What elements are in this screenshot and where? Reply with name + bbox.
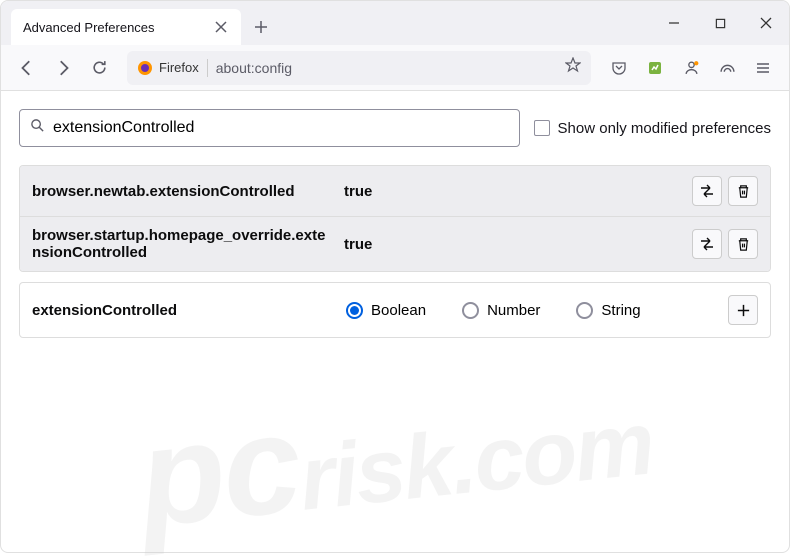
modified-only-checkbox[interactable]: Show only modified preferences <box>534 120 771 137</box>
preference-list: browser.newtab.extensionControlled true … <box>19 165 771 272</box>
new-tab-button[interactable] <box>247 13 275 41</box>
back-button[interactable] <box>11 52 43 84</box>
radio-text: Boolean <box>371 302 426 319</box>
row-actions <box>692 176 758 206</box>
browser-tab[interactable]: Advanced Preferences <box>11 9 241 45</box>
addressbar[interactable]: Firefox about:config <box>127 51 591 85</box>
search-box[interactable] <box>19 109 520 147</box>
search-icon <box>30 118 45 138</box>
bookmark-star-icon[interactable] <box>565 57 581 78</box>
close-tab-icon[interactable] <box>213 19 229 35</box>
reload-button[interactable] <box>83 52 115 84</box>
preference-value: true <box>344 236 680 253</box>
tab-title: Advanced Preferences <box>23 20 203 35</box>
search-row: Show only modified preferences <box>19 109 771 147</box>
radio-text: String <box>601 302 640 319</box>
titlebar: Advanced Preferences <box>1 1 789 45</box>
maximize-button[interactable] <box>697 4 743 42</box>
divider <box>207 59 208 77</box>
url-text: about:config <box>216 60 557 76</box>
search-input[interactable] <box>53 119 509 137</box>
menu-button[interactable] <box>747 52 779 84</box>
firefox-icon <box>137 60 153 76</box>
preference-row[interactable]: browser.startup.homepage_override.extens… <box>20 216 770 271</box>
delete-button[interactable] <box>728 229 758 259</box>
row-actions <box>692 229 758 259</box>
radio-boolean[interactable]: Boolean <box>346 302 426 319</box>
type-options: Boolean Number String <box>346 302 714 319</box>
preference-row[interactable]: browser.newtab.extensionControlled true <box>20 166 770 216</box>
page-content: Show only modified preferences browser.n… <box>1 91 789 356</box>
preference-name: browser.newtab.extensionControlled <box>32 183 332 200</box>
add-button[interactable] <box>728 295 758 325</box>
firefox-badge: Firefox <box>137 60 199 76</box>
toggle-button[interactable] <box>692 229 722 259</box>
close-window-button[interactable] <box>743 4 789 42</box>
radio-number[interactable]: Number <box>462 302 540 319</box>
radio-text: Number <box>487 302 540 319</box>
toolbar-right <box>603 52 779 84</box>
toolbar: Firefox about:config <box>1 45 789 91</box>
new-preference-row: extensionControlled Boolean Number Strin… <box>19 282 771 338</box>
forward-button[interactable] <box>47 52 79 84</box>
browser-window: Advanced Preferences Firefox about:confi… <box>0 0 790 553</box>
account-icon[interactable] <box>675 52 707 84</box>
toggle-button[interactable] <box>692 176 722 206</box>
radio-icon <box>576 302 593 319</box>
checkbox-text: Show only modified preferences <box>558 120 771 137</box>
extension-icon[interactable] <box>639 52 671 84</box>
checkbox-icon <box>534 120 550 136</box>
radio-icon <box>462 302 479 319</box>
preference-value: true <box>344 183 680 200</box>
window-controls <box>651 1 789 45</box>
minimize-button[interactable] <box>651 4 697 42</box>
badge-text: Firefox <box>159 60 199 75</box>
preference-name: browser.startup.homepage_override.extens… <box>32 227 332 261</box>
radio-icon <box>346 302 363 319</box>
pocket-icon[interactable] <box>603 52 635 84</box>
delete-button[interactable] <box>728 176 758 206</box>
radio-string[interactable]: String <box>576 302 640 319</box>
new-pref-name: extensionControlled <box>32 302 332 319</box>
protections-icon[interactable] <box>711 52 743 84</box>
